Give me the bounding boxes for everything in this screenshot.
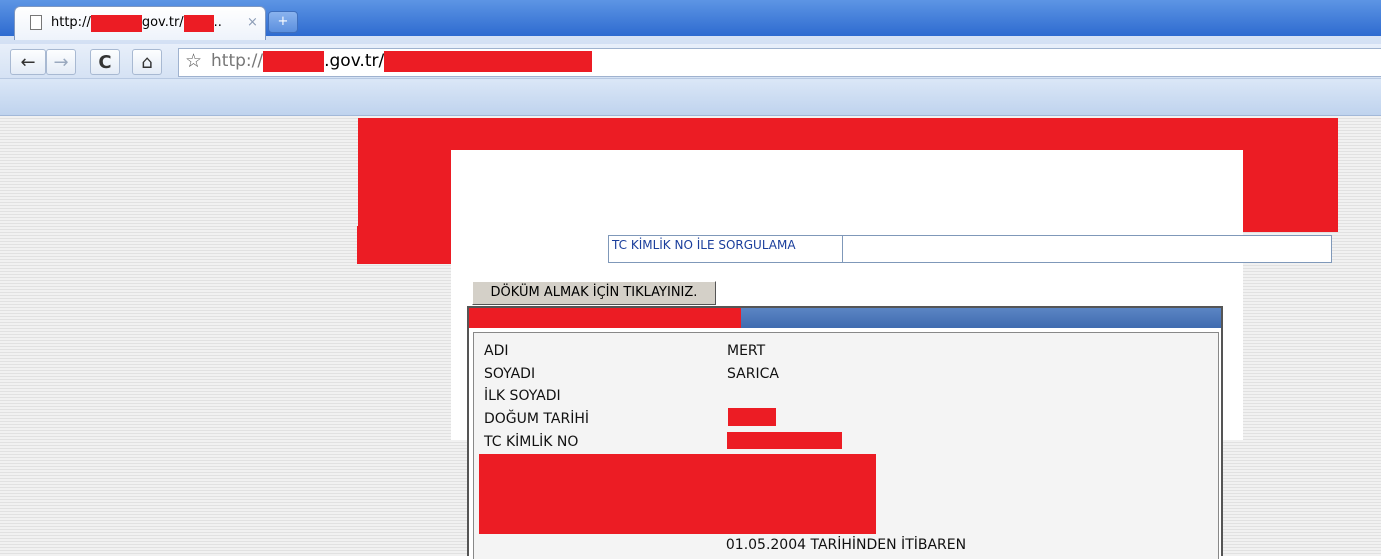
table-body: ADI MERT SOYADI SARICA İLK SOYADI DOĞUM …	[473, 332, 1219, 559]
reload-button[interactable]: C	[90, 49, 120, 75]
tab-title-suffix: ..	[213, 15, 222, 30]
field-label-tc-no: TC KİMLİK NO	[484, 434, 579, 450]
field-value-name: MERT	[727, 343, 766, 359]
new-tab-button[interactable]: +	[268, 11, 298, 33]
address-bar-url: http:// .gov.tr/	[211, 51, 593, 72]
redaction-block	[384, 51, 593, 72]
star-icon[interactable]: ☆	[185, 50, 202, 72]
validity-note: 01.05.2004 TARİHİNDEN İTİBAREN	[725, 537, 967, 553]
field-value-tc-no-redacted	[727, 432, 842, 449]
print-button[interactable]: DÖKÜM ALMAK İÇİN TIKLAYINIZ.	[472, 281, 716, 305]
field-label-birth-date: DOĞUM TARİHİ	[484, 411, 589, 427]
url-scheme: http://	[211, 51, 264, 71]
query-tab-bar: TC KİMLİK NO İLE SORGULAMA	[608, 235, 1332, 263]
tab-title-mid: gov.tr/	[141, 15, 184, 30]
address-bar[interactable]: ☆ http:// .gov.tr/	[178, 48, 1381, 77]
page-icon	[30, 15, 42, 30]
table-title-redacted	[469, 308, 741, 328]
back-button[interactable]: ←	[10, 49, 46, 75]
field-label-name: ADI	[484, 343, 509, 359]
back-arrow-icon: ←	[20, 52, 36, 73]
field-label-maiden-surname: İLK SOYADI	[484, 388, 561, 404]
tab-query-by-tc-no[interactable]: TC KİMLİK NO İLE SORGULAMA	[609, 236, 843, 262]
redaction-block	[183, 15, 214, 32]
details-redacted	[479, 454, 876, 534]
home-icon: ⌂	[141, 52, 153, 73]
close-icon[interactable]: ×	[247, 15, 258, 30]
field-value-surname: SARICA	[727, 366, 779, 382]
redaction-block	[90, 15, 142, 32]
redaction-block	[263, 51, 325, 72]
bookmarks-bar	[0, 79, 1381, 116]
forward-button[interactable]: →	[46, 49, 76, 75]
person-info-table: ADI MERT SOYADI SARICA İLK SOYADI DOĞUM …	[467, 306, 1223, 559]
tab-title-prefix: http://	[51, 15, 91, 30]
forward-arrow-icon: →	[53, 52, 69, 73]
reload-icon: C	[98, 52, 112, 73]
browser-tab[interactable]: http:// gov.tr/.. ×	[14, 6, 266, 40]
field-label-surname: SOYADI	[484, 366, 536, 382]
tab-title: http:// gov.tr/..	[51, 15, 222, 32]
url-domain: .gov.tr/	[324, 51, 385, 71]
home-button[interactable]: ⌂	[132, 49, 162, 75]
field-value-birth-date-redacted	[728, 408, 776, 426]
